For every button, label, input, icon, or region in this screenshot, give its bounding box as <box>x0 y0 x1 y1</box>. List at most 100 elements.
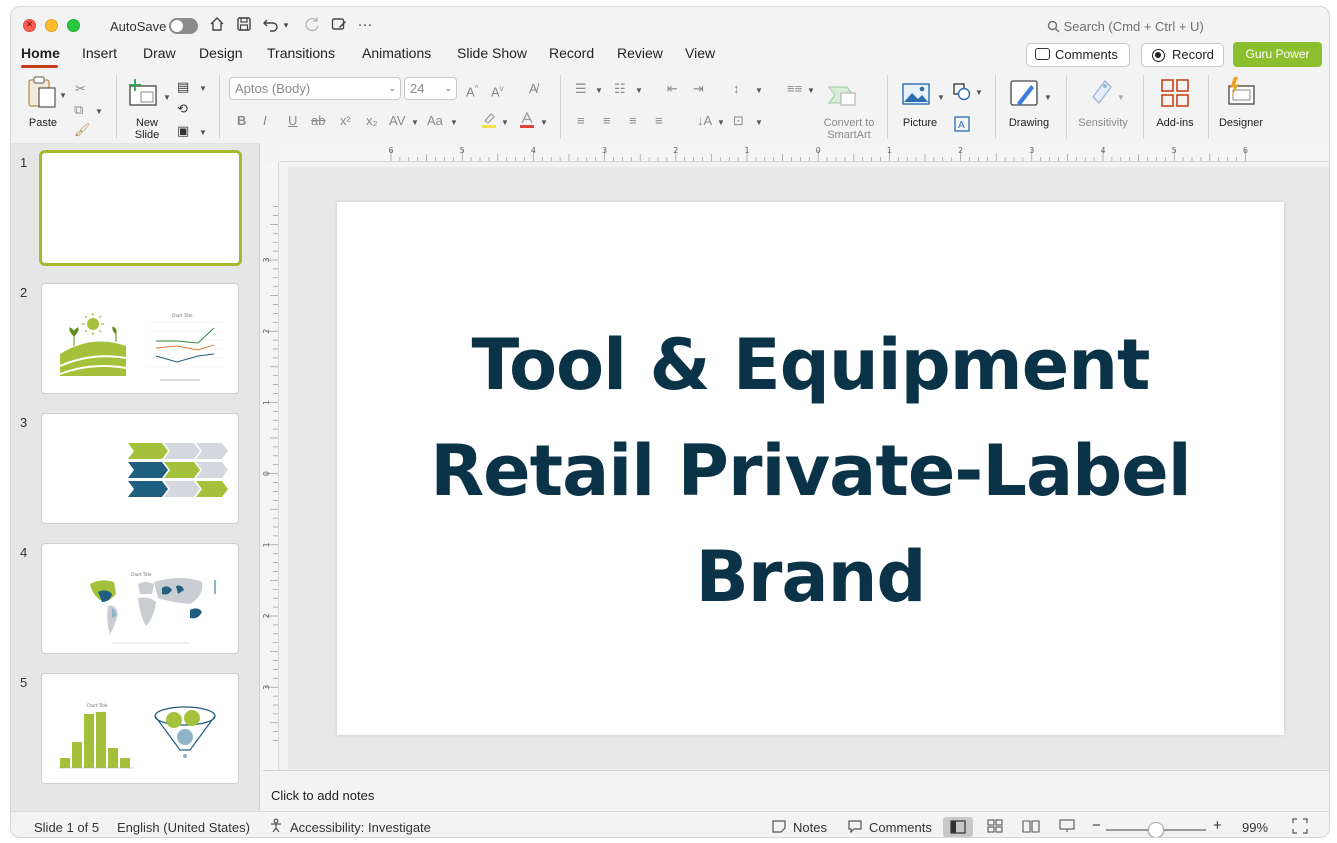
paste-dropdown-icon[interactable]: ▼ <box>59 91 67 100</box>
slide-thumbnail-3[interactable] <box>41 413 239 524</box>
autosave-toggle[interactable] <box>169 18 198 34</box>
copy-dropdown-icon[interactable]: ▼ <box>95 107 103 116</box>
columns-icon[interactable]: ≡≡ <box>787 81 802 97</box>
section-dropdown-icon[interactable]: ▼ <box>199 128 207 137</box>
underline-icon[interactable]: U <box>288 113 297 129</box>
align-right-icon[interactable]: ≡ <box>629 113 637 129</box>
tab-animations[interactable]: Animations <box>362 45 431 61</box>
cut-icon[interactable]: ✂ <box>75 81 86 97</box>
line-spacing-icon[interactable]: ↕ <box>733 81 740 97</box>
guru-power-button[interactable]: Guru Power <box>1233 42 1322 67</box>
shapes-button[interactable] <box>953 83 971 104</box>
decrease-font-size-icon[interactable]: Av <box>491 81 504 100</box>
add-ins-button[interactable] <box>1160 78 1190 111</box>
align-text-dropdown-icon[interactable]: ▼ <box>755 118 763 127</box>
tab-slide-show[interactable]: Slide Show <box>457 45 527 61</box>
layout-dropdown-icon[interactable]: ▼ <box>199 84 207 93</box>
layout-icon[interactable]: ▤ <box>177 79 189 95</box>
slide-show-icon[interactable] <box>1058 818 1076 837</box>
minimize-window-button[interactable] <box>45 19 58 32</box>
bold-icon[interactable]: B <box>237 113 246 129</box>
notes-icon[interactable] <box>771 818 787 837</box>
font-color-dropdown-icon[interactable]: ▼ <box>540 118 548 127</box>
change-case-dropdown-icon[interactable]: ▼ <box>450 118 458 127</box>
normal-view-button[interactable] <box>943 817 973 837</box>
comments-icon[interactable] <box>847 818 863 837</box>
justify-icon[interactable]: ≡ <box>655 113 663 129</box>
comments-toggle-label[interactable]: Comments <box>869 820 932 835</box>
slide-sorter-icon[interactable] <box>987 818 1003 837</box>
tab-draw[interactable]: Draw <box>143 45 176 61</box>
zoom-window-button[interactable] <box>67 19 80 32</box>
numbering-dropdown-icon[interactable]: ▼ <box>635 86 643 95</box>
slide-thumbnail-5[interactable]: Chart Title <box>41 673 239 784</box>
font-name-select[interactable]: Aptos (Body) ⌄ <box>229 77 401 100</box>
superscript-icon[interactable]: x² <box>340 113 351 129</box>
picture-button[interactable] <box>901 81 931 110</box>
record-button[interactable]: Record <box>1141 43 1224 67</box>
slide-thumbnails-pane[interactable]: 1 2 Chart Title 3 4 Chart Title 5 Chart … <box>11 143 260 811</box>
fit-to-window-icon[interactable] <box>1292 818 1308 837</box>
subscript-icon[interactable]: x₂ <box>366 113 378 129</box>
zoom-level[interactable]: 99% <box>1242 820 1268 835</box>
bullets-dropdown-icon[interactable]: ▼ <box>595 86 603 95</box>
language-indicator[interactable]: English (United States) <box>117 820 250 835</box>
text-box-button[interactable]: A <box>953 115 971 136</box>
shapes-dropdown-icon[interactable]: ▼ <box>975 88 983 97</box>
new-slide-button[interactable] <box>127 79 159 110</box>
align-left-icon[interactable]: ≡ <box>577 113 585 129</box>
columns-dropdown-icon[interactable]: ▼ <box>807 86 815 95</box>
accessibility-status[interactable]: Accessibility: Investigate <box>290 820 431 835</box>
reset-icon[interactable]: ⟲ <box>177 101 188 117</box>
notes-pane[interactable]: Click to add notes <box>263 770 1329 811</box>
save-icon[interactable] <box>234 15 254 35</box>
character-spacing-dropdown-icon[interactable]: ▼ <box>411 118 419 127</box>
tab-record[interactable]: Record <box>549 45 594 61</box>
slide-thumbnail-2[interactable]: Chart Title <box>41 283 239 394</box>
slide-thumbnail-1[interactable] <box>39 150 242 266</box>
search-input[interactable]: Search (Cmd + Ctrl + U) <box>1047 19 1204 34</box>
convert-to-smartart-button[interactable] <box>827 83 859 110</box>
align-text-icon[interactable]: ⊡ <box>733 113 744 129</box>
character-spacing-icon[interactable]: AV <box>389 113 405 129</box>
presenter-icon[interactable] <box>329 15 349 35</box>
highlight-icon[interactable] <box>481 111 497 133</box>
zoom-in-icon[interactable]: + <box>1213 817 1222 834</box>
clear-formatting-icon[interactable]: A̸ <box>529 81 538 97</box>
align-center-icon[interactable]: ≡ <box>603 113 611 129</box>
text-direction-dropdown-icon[interactable]: ▼ <box>717 118 725 127</box>
zoom-out-icon[interactable]: − <box>1092 817 1101 834</box>
font-color-icon[interactable] <box>519 111 535 133</box>
slide-title[interactable]: Tool & Equipment Retail Private-Label Br… <box>337 312 1284 630</box>
sensitivity-dropdown-icon[interactable]: ▼ <box>1117 93 1125 102</box>
change-case-icon[interactable]: Aa <box>427 113 443 129</box>
home-icon[interactable] <box>207 15 227 35</box>
slide-thumbnail-4[interactable]: Chart Title <box>41 543 239 654</box>
comments-button[interactable]: Comments <box>1026 43 1130 67</box>
copy-icon[interactable]: ⧉ <box>74 102 83 118</box>
strikethrough-icon[interactable]: ab <box>311 113 325 129</box>
section-icon[interactable]: ▣ <box>177 123 189 139</box>
decrease-indent-icon[interactable]: ⇤ <box>667 81 678 97</box>
notes-placeholder[interactable]: Click to add notes <box>271 788 374 803</box>
more-options-icon[interactable]: ··· <box>355 15 375 35</box>
undo-icon[interactable] <box>261 15 281 35</box>
accessibility-icon[interactable] <box>269 818 285 837</box>
designer-button[interactable] <box>1225 76 1257 111</box>
tab-design[interactable]: Design <box>199 45 243 61</box>
italic-icon[interactable]: I <box>263 113 267 129</box>
tab-insert[interactable]: Insert <box>82 45 117 61</box>
notes-toggle-label[interactable]: Notes <box>793 820 827 835</box>
numbering-icon[interactable]: ☷ <box>614 81 626 97</box>
highlight-dropdown-icon[interactable]: ▼ <box>501 118 509 127</box>
format-painter-icon[interactable]: 🖌 <box>74 122 91 138</box>
tab-transitions[interactable]: Transitions <box>267 45 335 61</box>
close-window-button[interactable] <box>23 17 36 32</box>
increase-font-size-icon[interactable]: A^ <box>466 81 478 100</box>
text-direction-icon[interactable]: ↓A <box>697 113 712 129</box>
picture-dropdown-icon[interactable]: ▼ <box>937 93 945 102</box>
reading-view-icon[interactable] <box>1022 818 1040 837</box>
tab-home[interactable]: Home <box>21 45 60 61</box>
font-size-select[interactable]: 24 ⌄ <box>404 77 457 100</box>
line-spacing-dropdown-icon[interactable]: ▼ <box>755 86 763 95</box>
